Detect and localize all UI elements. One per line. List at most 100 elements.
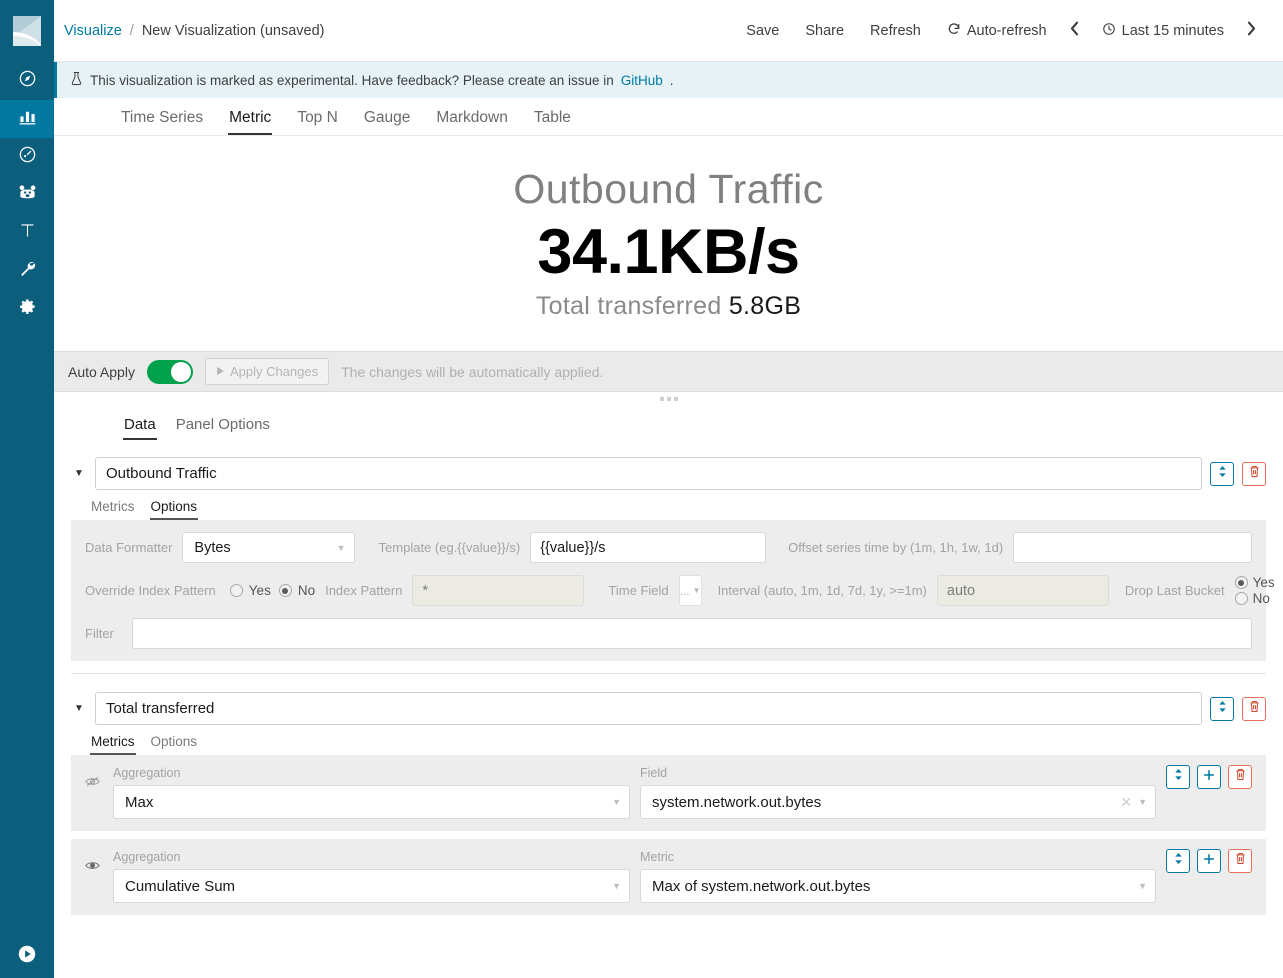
auto-apply-toggle[interactable] bbox=[147, 360, 193, 384]
drop-yes-label: Yes bbox=[1253, 575, 1275, 590]
tab-time-series[interactable]: Time Series bbox=[108, 109, 216, 135]
refresh-button[interactable]: Refresh bbox=[857, 23, 934, 39]
breadcrumb: Visualize / New Visualization (unsaved) bbox=[64, 23, 325, 39]
chevron-left-icon bbox=[1069, 21, 1080, 40]
drag-dot bbox=[667, 397, 671, 401]
sidebar-item-timelion[interactable] bbox=[0, 176, 54, 214]
aggregation-value: Cumulative Sum bbox=[125, 878, 235, 895]
time-prev-button[interactable] bbox=[1060, 21, 1089, 40]
series-move-button[interactable] bbox=[1210, 462, 1234, 486]
index-pattern-input[interactable] bbox=[412, 575, 584, 606]
sidebar-item-management[interactable] bbox=[0, 290, 54, 328]
time-field-label: Time Field bbox=[584, 583, 678, 598]
time-range-picker[interactable]: Last 15 minutes bbox=[1089, 22, 1237, 40]
metric-delete-button[interactable] bbox=[1228, 849, 1252, 873]
toolbar-actions: Save Share Refresh Auto-refresh bbox=[733, 21, 1266, 40]
chevron-down-icon: ▼ bbox=[337, 543, 346, 553]
override-yes-radio[interactable]: Yes bbox=[226, 583, 275, 598]
eye-open-icon bbox=[85, 859, 100, 877]
chevron-right-icon bbox=[1246, 21, 1257, 40]
metric-move-button[interactable] bbox=[1166, 849, 1190, 873]
chevron-down-icon: ▼ bbox=[612, 797, 621, 807]
series-delete-button[interactable] bbox=[1242, 462, 1266, 486]
time-field-value: ... bbox=[680, 584, 690, 598]
series-header: ▼ bbox=[71, 448, 1266, 490]
experimental-banner: This visualization is marked as experime… bbox=[54, 62, 1283, 98]
auto-refresh-button[interactable]: Auto-refresh bbox=[934, 22, 1060, 40]
kibana-logo[interactable] bbox=[0, 0, 54, 62]
plus-icon bbox=[1203, 852, 1215, 870]
sidebar-item-visualize[interactable] bbox=[0, 100, 54, 138]
top-toolbar: Visualize / New Visualization (unsaved) … bbox=[54, 0, 1283, 62]
series-label-input[interactable] bbox=[95, 692, 1202, 725]
metric-move-button[interactable] bbox=[1166, 765, 1190, 789]
sidebar-item-dashboard[interactable] bbox=[0, 138, 54, 176]
editor-tabs: Data Panel Options bbox=[54, 406, 1283, 440]
aggregation-label: Aggregation bbox=[113, 850, 630, 864]
drop-no-radio[interactable]: No bbox=[1235, 591, 1275, 606]
sidebar-item-discover[interactable] bbox=[0, 62, 54, 100]
github-link[interactable]: GitHub bbox=[621, 73, 663, 88]
metric-add-button[interactable] bbox=[1197, 765, 1221, 789]
chevron-down-icon: ▼ bbox=[693, 586, 701, 595]
sidebar-collapse-button[interactable] bbox=[0, 935, 54, 978]
wrench-icon bbox=[18, 259, 37, 283]
index-pattern-label: Index Pattern bbox=[319, 583, 412, 598]
sidebar-item-text[interactable] bbox=[0, 214, 54, 252]
aggregation-select[interactable]: Max ▼ bbox=[113, 785, 630, 819]
main-content: Visualize / New Visualization (unsaved) … bbox=[54, 0, 1283, 978]
series-tab-options[interactable]: Options bbox=[143, 734, 206, 755]
bear-face-icon bbox=[18, 183, 37, 207]
series-tab-options[interactable]: Options bbox=[143, 499, 206, 520]
series-move-button[interactable] bbox=[1210, 697, 1234, 721]
drop-last-bucket-label: Drop Last Bucket bbox=[1109, 583, 1235, 598]
clear-icon[interactable]: ✕ bbox=[1120, 794, 1132, 811]
metric-visibility-toggle[interactable] bbox=[85, 859, 103, 903]
override-no-radio[interactable]: No bbox=[275, 583, 319, 598]
share-button[interactable]: Share bbox=[792, 23, 857, 39]
tab-table[interactable]: Table bbox=[521, 109, 584, 135]
tab-panel-options[interactable]: Panel Options bbox=[166, 416, 280, 440]
metric-select[interactable]: Max of system.network.out.bytes ▼ bbox=[640, 869, 1156, 903]
series-tab-metrics[interactable]: Metrics bbox=[83, 734, 143, 755]
letter-t-icon bbox=[18, 221, 37, 245]
template-input[interactable] bbox=[530, 532, 766, 563]
filter-label: Filter bbox=[85, 626, 132, 641]
series-options-panel: Data Formatter Bytes ▼ Template (eg.{{va… bbox=[71, 520, 1266, 661]
series-tab-metrics[interactable]: Metrics bbox=[83, 499, 143, 520]
apply-changes-button[interactable]: Apply Changes bbox=[205, 358, 329, 385]
save-button[interactable]: Save bbox=[733, 23, 792, 39]
visualization-type-tabs: Time Series Metric Top N Gauge Markdown … bbox=[54, 98, 1283, 136]
field-select[interactable]: system.network.out.bytes ✕ ▼ bbox=[640, 785, 1156, 819]
sidebar-item-dev-tools[interactable] bbox=[0, 252, 54, 290]
drop-yes-radio[interactable]: Yes bbox=[1235, 575, 1275, 590]
metric-visibility-toggle[interactable] bbox=[85, 775, 103, 819]
filter-input[interactable] bbox=[132, 618, 1252, 649]
tab-top-n[interactable]: Top N bbox=[284, 109, 351, 135]
data-formatter-select[interactable]: Bytes ▼ bbox=[182, 532, 354, 563]
breadcrumb-separator: / bbox=[130, 23, 134, 39]
metric-row-actions bbox=[1166, 849, 1252, 903]
auto-refresh-label: Auto-refresh bbox=[967, 23, 1047, 39]
time-next-button[interactable] bbox=[1237, 21, 1266, 40]
share-label: Share bbox=[805, 23, 844, 39]
aggregation-select[interactable]: Cumulative Sum ▼ bbox=[113, 869, 630, 903]
offset-input[interactable] bbox=[1013, 532, 1252, 563]
index-pattern-row: Override Index Pattern Yes No Index Patt… bbox=[85, 575, 1252, 606]
data-formatter-label: Data Formatter bbox=[85, 540, 182, 555]
caret-down-icon[interactable]: ▼ bbox=[71, 703, 87, 714]
metric-add-button[interactable] bbox=[1197, 849, 1221, 873]
tab-metric[interactable]: Metric bbox=[216, 109, 284, 135]
tab-data[interactable]: Data bbox=[114, 416, 166, 440]
metric-delete-button[interactable] bbox=[1228, 765, 1252, 789]
metric-row-actions bbox=[1166, 765, 1252, 819]
series-label-input[interactable] bbox=[95, 457, 1202, 490]
panel-resize-handle[interactable] bbox=[54, 392, 1283, 406]
tab-markdown[interactable]: Markdown bbox=[423, 109, 521, 135]
caret-down-icon[interactable]: ▼ bbox=[71, 468, 87, 479]
interval-input[interactable] bbox=[937, 575, 1109, 606]
series-delete-button[interactable] bbox=[1242, 697, 1266, 721]
time-field-select[interactable]: ... ▼ bbox=[679, 575, 702, 606]
tab-gauge[interactable]: Gauge bbox=[351, 109, 424, 135]
breadcrumb-visualize[interactable]: Visualize bbox=[64, 23, 122, 39]
